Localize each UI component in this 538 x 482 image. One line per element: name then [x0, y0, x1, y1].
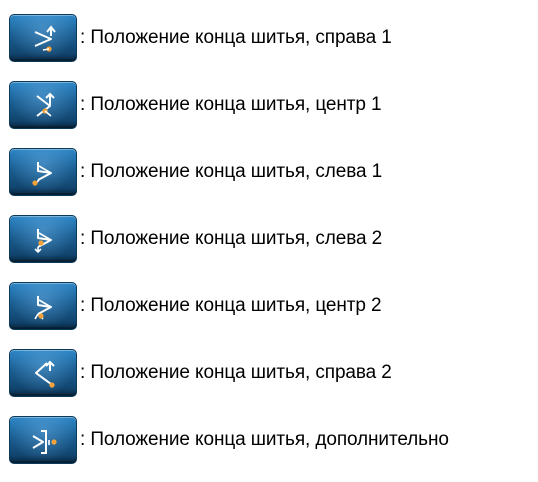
legend-row-left-2: : Положение конца шитья, слева 2 [9, 214, 538, 264]
legend-label: : Положение конца шитья, справа 2 [80, 362, 392, 383]
end-position-center-2-button[interactable] [9, 282, 77, 330]
end-position-right-1-button[interactable] [9, 14, 77, 62]
end-position-left-1-button[interactable] [9, 148, 77, 196]
end-position-center-2-icon [34, 296, 52, 320]
legend-row-center-1: : Положение конца шитья, центр 1 [9, 80, 538, 130]
end-position-center-1-icon [36, 92, 55, 117]
end-position-right-1-icon [34, 25, 56, 52]
legend-row-right-2: : Положение конца шитья, справа 2 [9, 348, 538, 398]
legend-label: : Положение конца шитья, центр 1 [80, 94, 382, 115]
end-position-left-1-icon [32, 162, 52, 186]
legend-label: : Положение конца шитья, центр 2 [80, 295, 382, 316]
end-position-right-2-icon [35, 360, 55, 388]
end-position-additional-icon [32, 430, 57, 454]
legend-label: : Положение конца шитья, слева 2 [80, 228, 383, 249]
end-position-center-1-button[interactable] [9, 81, 77, 129]
end-position-left-2-button[interactable] [9, 215, 77, 263]
legend-row-center-2: : Положение конца шитья, центр 2 [9, 281, 538, 331]
legend-label: : Положение конца шитья, справа 1 [80, 27, 392, 48]
legend-row-left-1: : Положение конца шитья, слева 1 [9, 147, 538, 197]
end-position-additional-button[interactable] [9, 416, 77, 464]
legend-label: : Положение конца шитья, дополнительно [80, 429, 449, 450]
legend-row-right-1: : Положение конца шитья, справа 1 [9, 13, 538, 63]
end-position-legend: : Положение конца шитья, справа 1 : Поло… [9, 13, 538, 482]
legend-label: : Положение конца шитья, слева 1 [80, 161, 383, 182]
end-position-left-2-icon [34, 229, 52, 254]
end-position-right-2-button[interactable] [9, 349, 77, 397]
legend-row-additional: : Положение конца шитья, дополнительно [9, 415, 538, 465]
